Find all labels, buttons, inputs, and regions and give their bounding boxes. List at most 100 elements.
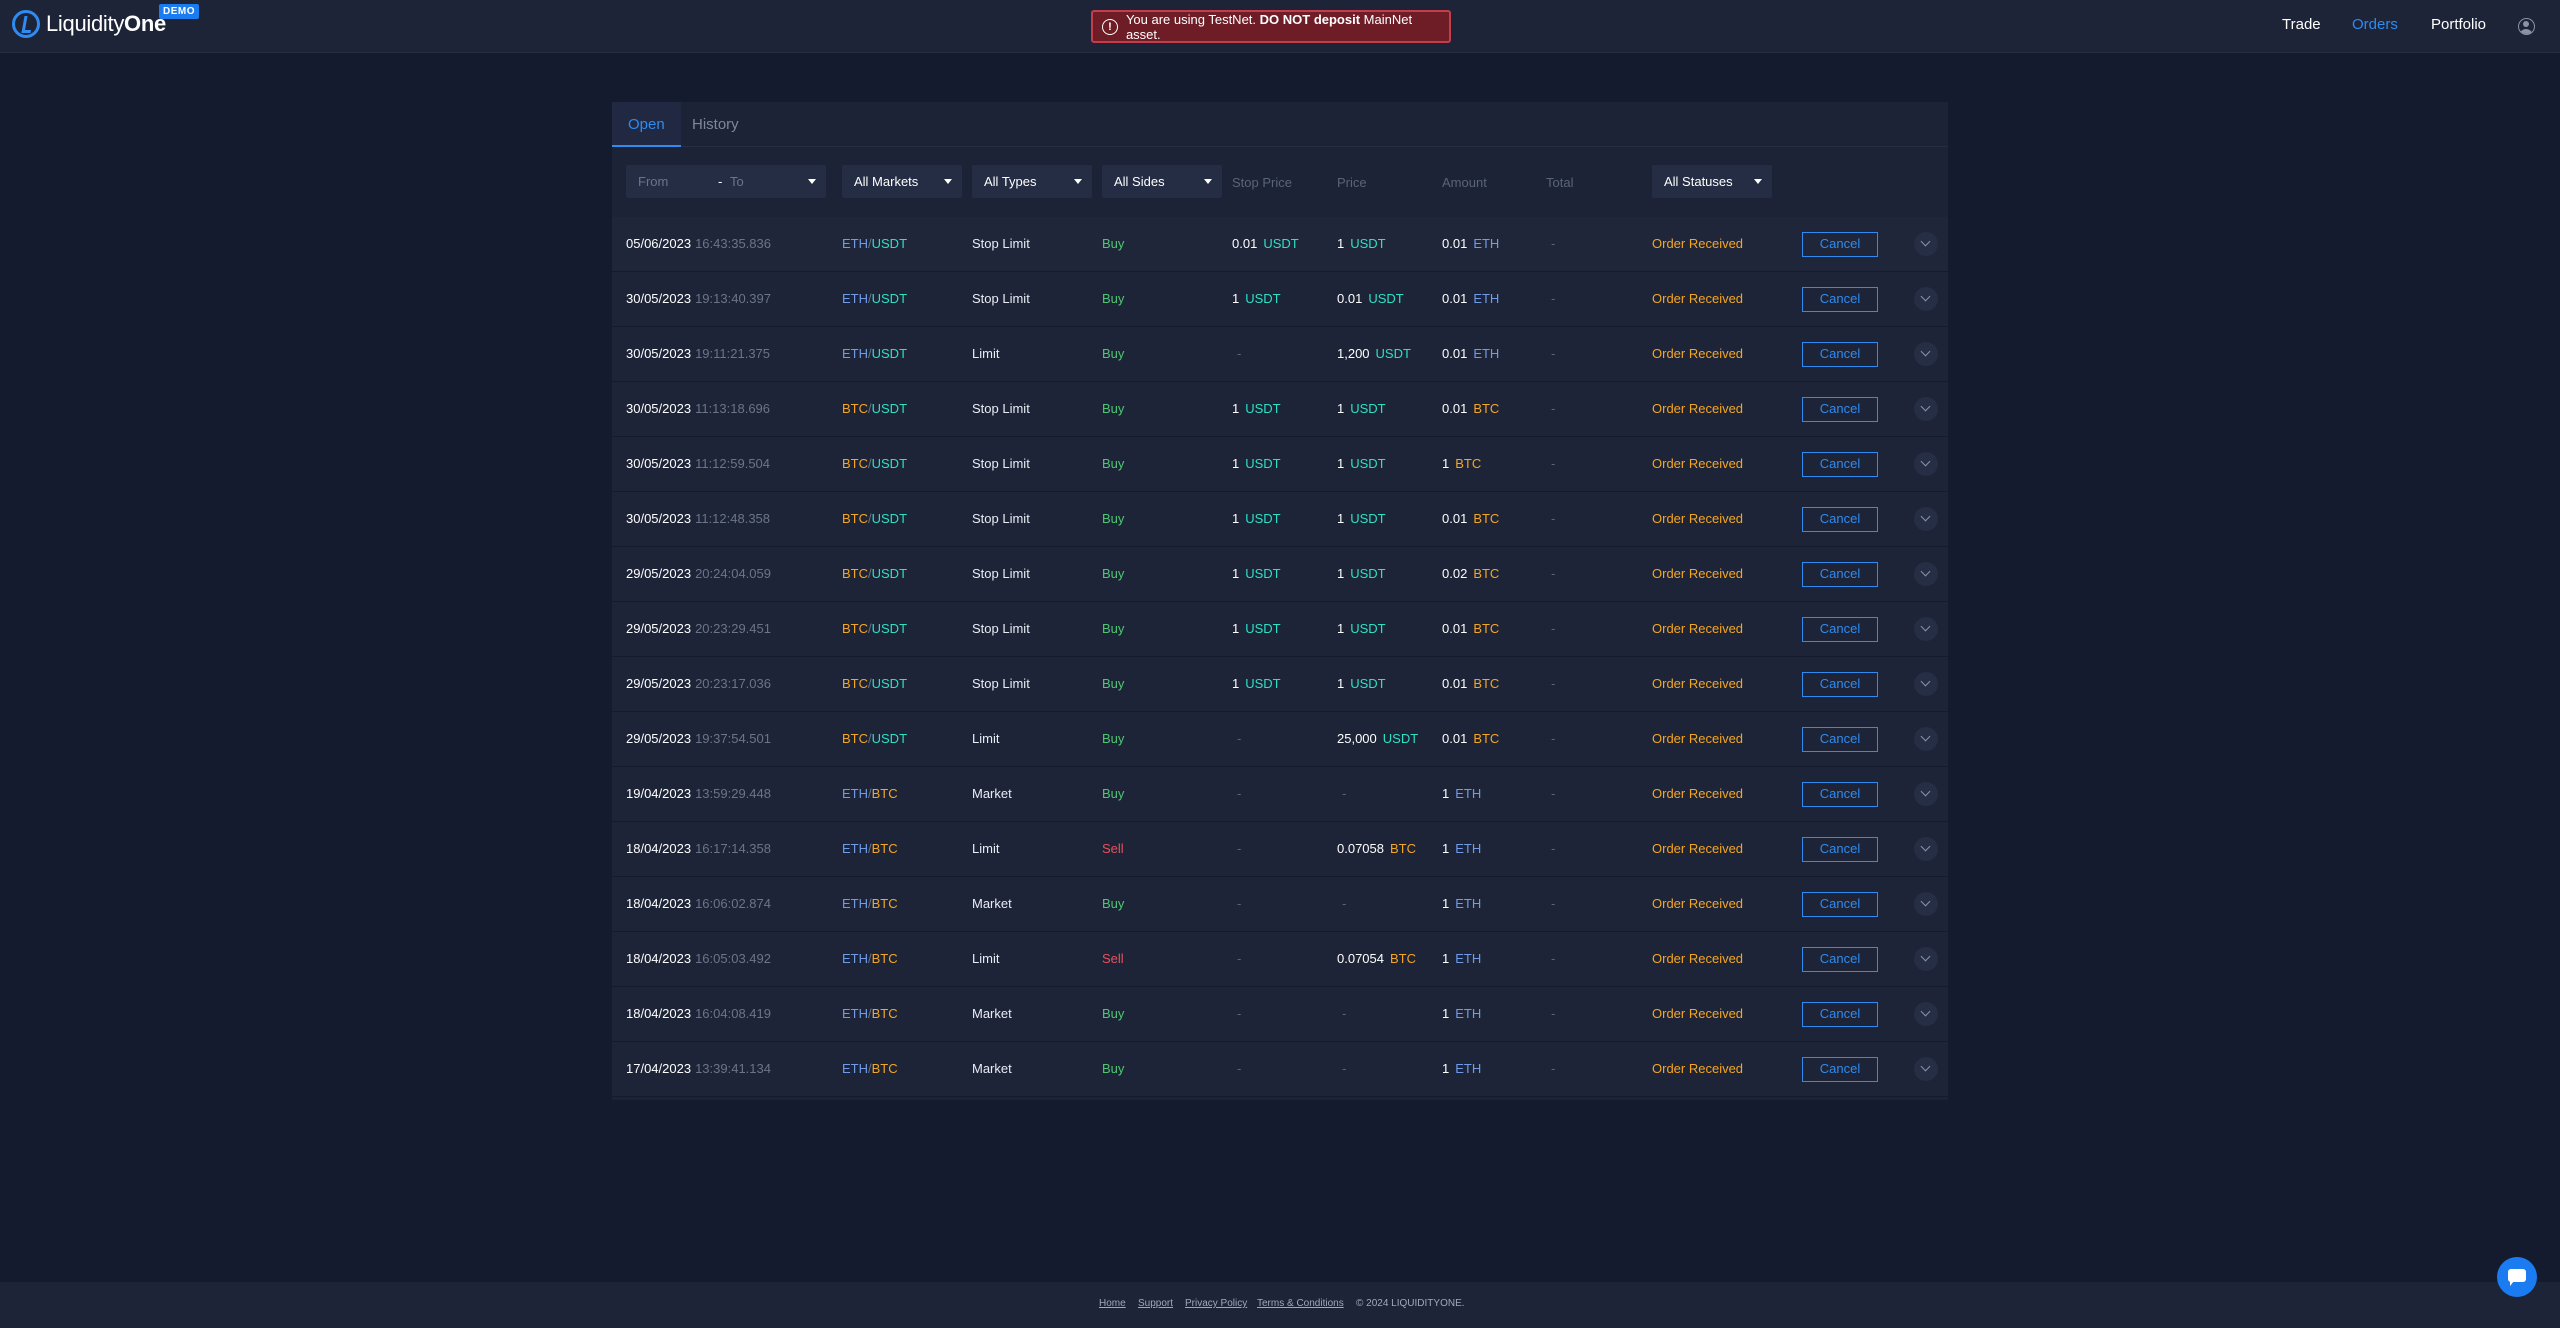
- amount-currency: BTC: [1473, 676, 1500, 691]
- price-value: 25,000: [1337, 731, 1377, 746]
- order-total: -: [1551, 566, 1556, 581]
- order-time: 20:23:29.451: [695, 621, 771, 636]
- cancel-button[interactable]: Cancel: [1802, 1057, 1878, 1082]
- market-base: BTC: [842, 401, 868, 416]
- chevron-down-icon[interactable]: [1914, 947, 1938, 971]
- order-time: 20:23:17.036: [695, 676, 771, 691]
- nav-orders[interactable]: Orders: [2352, 16, 2398, 33]
- market-quote: USDT: [871, 676, 908, 691]
- chevron-down-icon[interactable]: [1914, 727, 1938, 751]
- order-date: 17/04/2023: [626, 1061, 692, 1076]
- cancel-button[interactable]: Cancel: [1802, 837, 1878, 862]
- order-stop-price: 1 USDT: [1232, 621, 1281, 636]
- logo[interactable]: LiquidityOne: [12, 10, 166, 38]
- cancel-button[interactable]: Cancel: [1802, 947, 1878, 972]
- order-time: 16:04:08.419: [695, 1006, 771, 1021]
- cancel-button[interactable]: Cancel: [1802, 672, 1878, 697]
- chevron-down-icon[interactable]: [1914, 452, 1938, 476]
- order-total: -: [1551, 236, 1556, 251]
- order-status: Order Received: [1652, 236, 1744, 251]
- order-date: 18/04/2023: [626, 951, 692, 966]
- order-market: ETH/BTC: [842, 841, 898, 856]
- cancel-button[interactable]: Cancel: [1802, 452, 1878, 477]
- cancel-button[interactable]: Cancel: [1802, 727, 1878, 752]
- order-date: 29/05/2023: [626, 676, 692, 691]
- types-select[interactable]: All Types: [972, 165, 1092, 198]
- order-datetime: 30/05/2023 11:12:59.504: [626, 456, 770, 471]
- nav-portfolio[interactable]: Portfolio: [2431, 16, 2486, 33]
- order-date: 30/05/2023: [626, 401, 692, 416]
- footer-link-privacy[interactable]: Privacy Policy: [1185, 1298, 1247, 1309]
- order-amount: 0.01 ETH: [1442, 346, 1499, 361]
- cancel-button[interactable]: Cancel: [1802, 1002, 1878, 1027]
- to-date-input[interactable]: To: [730, 174, 744, 189]
- market-base: ETH: [842, 291, 868, 306]
- chevron-down-icon[interactable]: [1914, 562, 1938, 586]
- chat-icon[interactable]: [2497, 1257, 2537, 1297]
- price-currency: BTC: [1390, 841, 1416, 856]
- cancel-button[interactable]: Cancel: [1802, 287, 1878, 312]
- cancel-button[interactable]: Cancel: [1802, 782, 1878, 807]
- footer-link-support[interactable]: Support: [1138, 1298, 1173, 1309]
- order-total: -: [1551, 291, 1556, 306]
- order-side: Buy: [1102, 731, 1125, 746]
- order-total: -: [1551, 456, 1556, 471]
- sides-select[interactable]: All Sides: [1102, 165, 1222, 198]
- chevron-down-icon[interactable]: [1914, 507, 1938, 531]
- stop-currency: USDT: [1245, 566, 1281, 581]
- nav-trade[interactable]: Trade: [2282, 16, 2321, 33]
- user-icon[interactable]: [2518, 18, 2535, 35]
- market-quote: BTC: [871, 951, 898, 966]
- stop-value: 1: [1232, 566, 1240, 581]
- chevron-down-icon[interactable]: [1914, 837, 1938, 861]
- order-time: 16:43:35.836: [695, 236, 771, 251]
- cancel-button[interactable]: Cancel: [1802, 507, 1878, 532]
- market-base: BTC: [842, 621, 868, 636]
- chevron-down-icon[interactable]: [1914, 892, 1938, 916]
- cancel-button[interactable]: Cancel: [1802, 562, 1878, 587]
- statuses-select[interactable]: All Statuses: [1652, 165, 1772, 198]
- order-type: Limit: [972, 731, 1000, 746]
- order-date: 18/04/2023: [626, 841, 692, 856]
- order-status: Order Received: [1652, 786, 1744, 801]
- order-status: Order Received: [1652, 841, 1744, 856]
- order-side: Buy: [1102, 456, 1125, 471]
- market-quote: USDT: [871, 566, 908, 581]
- order-date: 19/04/2023: [626, 786, 692, 801]
- tab-history[interactable]: History: [676, 102, 755, 147]
- tab-open[interactable]: Open: [612, 102, 681, 147]
- chevron-down-icon[interactable]: [1914, 782, 1938, 806]
- chevron-down-icon[interactable]: [1914, 617, 1938, 641]
- order-total: -: [1551, 346, 1556, 361]
- amount-currency: ETH: [1473, 346, 1500, 361]
- order-type: Stop Limit: [972, 676, 1030, 691]
- footer-link-home[interactable]: Home: [1099, 1298, 1126, 1309]
- order-side: Buy: [1102, 401, 1125, 416]
- order-price: -: [1342, 1006, 1347, 1021]
- order-time: 11:12:59.504: [695, 456, 771, 471]
- table-row: 29/05/2023 20:24:04.059 BTC/USDT Stop Limit…: [612, 547, 1948, 602]
- date-range-picker[interactable]: From - To: [626, 165, 826, 198]
- price-value: 0.07054: [1337, 951, 1384, 966]
- cancel-button[interactable]: Cancel: [1802, 342, 1878, 367]
- footer-link-terms[interactable]: Terms & Conditions: [1257, 1298, 1344, 1309]
- price-value: 0.07058: [1337, 841, 1384, 856]
- cancel-button[interactable]: Cancel: [1802, 397, 1878, 422]
- markets-select[interactable]: All Markets: [842, 165, 962, 198]
- order-side: Buy: [1102, 1006, 1125, 1021]
- order-stop-price: -: [1237, 841, 1242, 856]
- order-date: 30/05/2023: [626, 456, 692, 471]
- cancel-button[interactable]: Cancel: [1802, 892, 1878, 917]
- chevron-down-icon[interactable]: [1914, 1057, 1938, 1081]
- cancel-button[interactable]: Cancel: [1802, 617, 1878, 642]
- chevron-down-icon[interactable]: [1914, 397, 1938, 421]
- chevron-down-icon[interactable]: [1914, 672, 1938, 696]
- chevron-down-icon[interactable]: [1914, 232, 1938, 256]
- chevron-down-icon[interactable]: [1914, 287, 1938, 311]
- from-date-input[interactable]: From: [638, 174, 668, 189]
- cancel-button[interactable]: Cancel: [1802, 232, 1878, 257]
- chevron-down-icon[interactable]: [1914, 342, 1938, 366]
- order-amount: 0.01 BTC: [1442, 676, 1499, 691]
- warning-text: You are using TestNet. DO NOT deposit Ma…: [1125, 11, 1413, 42]
- chevron-down-icon[interactable]: [1914, 1002, 1938, 1026]
